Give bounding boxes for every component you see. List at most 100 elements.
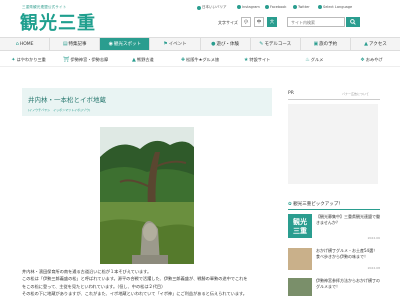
pickup-logo-text: 観光	[293, 217, 307, 226]
nav-label: イベント	[168, 42, 187, 47]
nav-label: 旅の予約	[319, 42, 338, 47]
subnav-label: グルメ	[310, 57, 324, 62]
sub-nav: ✦ はやわかり三重 ⛩ 伊勢神宮・伊勢志摩 ▲ 熊野古道 ✚ 松阪牛★グルメ旅 ★ 特設サ…	[0, 54, 400, 67]
camera-icon: ◉	[108, 41, 113, 47]
pickup-item[interactable]: 伊勢神宮参拝方法からおかげ横丁のグルメまで！	[288, 278, 380, 298]
nav-model-course[interactable]: ✎ モデルコース	[251, 38, 301, 50]
subnav-matsusaka[interactable]: ✚ 松阪牛★グルメ旅	[171, 54, 228, 66]
top-link-facebook[interactable]: Facebook	[265, 5, 286, 9]
nav-label: 特集記事	[68, 42, 87, 47]
ad-banner[interactable]	[288, 104, 378, 184]
pickup-text: 伊勢神宮参拝方法からおかげ横丁のグルメまで！	[316, 278, 380, 289]
subnav-label: 特設サイト	[249, 57, 271, 62]
leaf-icon: ✿	[288, 202, 292, 207]
bus-icon: ▲	[364, 41, 368, 47]
top-link-label: Twitter	[298, 5, 310, 9]
mountain-icon: ▲	[132, 57, 136, 63]
top-link-twitter[interactable]: Twitter	[293, 5, 310, 9]
page-title: 井内林・一本松とイボ地蔵	[28, 96, 106, 104]
top-link-label: Facebook	[270, 5, 287, 9]
subnav-souvenir[interactable]: ❖ おみやげ	[343, 54, 400, 66]
subnav-ise[interactable]: ⛩ 伊勢神宮・伊勢志摩	[57, 54, 114, 66]
nav-activities[interactable]: ● 遊び・体験	[201, 38, 251, 50]
pickup-text: おかげ横丁グルメ・お土産54選！食べ歩きから伊勢の味まで！	[316, 248, 378, 259]
page-title-reading: (イノウチバヤシ イッポンマツトイボジゾウ)	[28, 108, 91, 112]
article-paragraph: その松の下に地蔵がありますが、これがまた、イボ地蔵といわれていて「イボ神」にご利…	[22, 291, 247, 297]
pickup-item[interactable]: 観光 三重 【観光募集中】三重県観光連盟で働きませんか？ 2022.06	[288, 214, 380, 244]
nav-home[interactable]: ⌂ HOME	[0, 38, 51, 50]
top-link-language[interactable]: Select Language	[318, 5, 352, 9]
site-logo[interactable]: 観光三重	[20, 9, 96, 35]
ticket-icon: ▣	[313, 41, 319, 47]
flag-icon: ⚑	[163, 41, 168, 47]
pickup-logo-text: 三重	[293, 226, 307, 235]
pickup-heading-text: 観光三重ピックアップ！	[293, 202, 343, 207]
subnav-label: 伊勢神宮・伊勢志摩	[70, 57, 109, 62]
spot-photo	[100, 127, 194, 264]
nav-label: 観光スポット	[114, 42, 141, 47]
nav-events[interactable]: ⚑ イベント	[150, 38, 201, 50]
font-size-large-button[interactable]: 大	[267, 17, 277, 27]
language-icon	[318, 5, 322, 9]
subnav-label: はやわかり三重	[16, 57, 46, 62]
top-link-label: Select Language	[323, 5, 353, 9]
top-link-label: Instagram	[242, 5, 260, 9]
nav-booking[interactable]: ▣ 旅の予約	[301, 38, 351, 50]
banner-ad-info-link[interactable]: バナー広告について	[342, 92, 369, 96]
pickup-date: 2022.06	[367, 236, 380, 240]
pickup-thumbnail	[288, 248, 312, 270]
pickup-thumbnail	[288, 278, 312, 296]
search-button[interactable]	[346, 17, 360, 27]
main-nav: ⌂ HOME ▤ 特集記事 ◉ 観光スポット ⚑ イベント ● 遊び・体験 ✎ モデルコース…	[0, 37, 400, 51]
nav-label: モデルコース	[264, 42, 292, 47]
top-link-barrierfree[interactable]: 日本いいバリア	[197, 5, 227, 10]
facebook-icon	[265, 5, 269, 9]
pr-label: PR	[288, 91, 294, 96]
pickup-thumbnail: 観光 三重	[288, 214, 312, 238]
subnav-special[interactable]: ★ 特設サイト	[229, 54, 286, 66]
globe-icon	[197, 5, 201, 10]
book-icon: ▤	[62, 41, 68, 47]
pickup-heading: ✿ 観光三重ピックアップ！	[288, 201, 343, 207]
site-header: 三重県観光連盟公式サイト 観光三重 日本いいバリア Instagram Face…	[0, 0, 400, 36]
pickup-date: 2022.08	[367, 266, 380, 270]
nav-label: HOME	[19, 41, 34, 47]
home-icon: ⌂	[15, 41, 19, 47]
article-paragraph: 井内林・濱田保育所の南を通る古道沿いに松が１本そびえています。	[22, 269, 152, 274]
font-size-label: 文字サイズ	[218, 20, 238, 25]
article-paragraph: をこの松に登って、主従を見たといわれています。（但し、中の松は２代目）	[22, 283, 166, 289]
top-link-label: 日本いいバリア	[202, 5, 227, 9]
search-icon	[350, 19, 356, 25]
subnav-gourmet[interactable]: ♨ グルメ	[286, 54, 343, 66]
divider	[288, 99, 380, 100]
nav-spots[interactable]: ◉ 観光スポット	[100, 38, 151, 50]
subnav-label: 松阪牛★グルメ旅	[186, 57, 220, 62]
star-icon: ★	[243, 57, 249, 63]
font-size-small-button[interactable]: 小	[241, 17, 251, 27]
article-paragraph: この松は「伊勢三郎義盛の松」と呼ばれています。源平の合戦で活躍した、伊勢三郎義盛…	[22, 276, 248, 282]
ball-icon: ●	[211, 41, 216, 47]
top-link-instagram[interactable]: Instagram	[237, 5, 260, 9]
nav-label: 遊び・体験	[216, 42, 240, 47]
nav-access[interactable]: ▲ アクセス	[351, 38, 400, 50]
instagram-icon	[237, 5, 241, 9]
subnav-label: おみやげ	[365, 57, 383, 62]
subnav-overview[interactable]: ✦ はやわかり三重	[0, 54, 57, 66]
shrine-icon: ⛩	[63, 57, 70, 63]
pickup-item[interactable]: おかげ横丁グルメ・お土産54選！食べ歩きから伊勢の味まで！ 2022.08	[288, 248, 380, 274]
route-icon: ✎	[259, 41, 264, 47]
font-size-medium-button[interactable]: 中	[254, 17, 264, 27]
subnav-kumano[interactable]: ▲ 熊野古道	[114, 54, 171, 66]
subnav-label: 熊野古道	[136, 57, 154, 62]
bulb-icon: ✦	[11, 57, 16, 63]
gift-icon: ❖	[360, 57, 365, 63]
nav-features[interactable]: ▤ 特集記事	[50, 38, 101, 50]
nav-label: アクセス	[368, 42, 387, 47]
fork-icon: ✚	[180, 57, 186, 63]
twitter-icon	[293, 5, 297, 9]
food-icon: ♨	[305, 57, 310, 63]
pickup-text: 【観光募集中】三重県観光連盟で働きませんか？	[316, 214, 380, 225]
article-body: 井内林・濱田保育所の南を通る古道沿いに松が１本そびえています。 この松は「伊勢三…	[22, 268, 274, 298]
divider	[288, 209, 380, 210]
search-input[interactable]	[287, 17, 345, 27]
